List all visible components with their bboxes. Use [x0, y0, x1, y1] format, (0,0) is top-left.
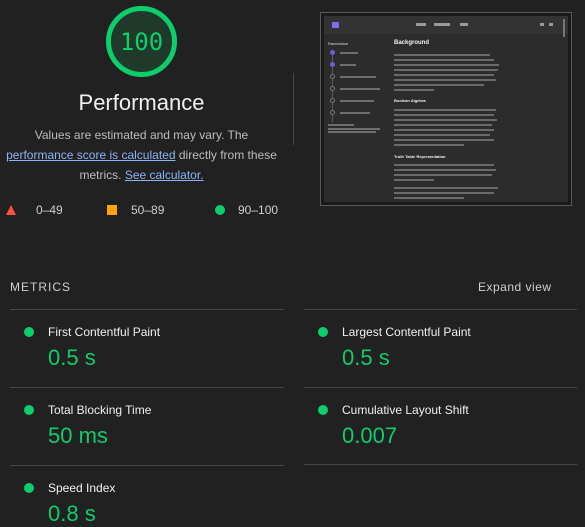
metric-divider — [10, 465, 284, 466]
screenshot-paragraph-line — [394, 169, 496, 171]
screenshot-paragraph-line — [394, 164, 494, 166]
calculator-link[interactable]: See calculator. — [125, 168, 204, 182]
legend-average: 50–89 — [107, 203, 164, 217]
metrics-heading: METRICS — [10, 280, 71, 294]
screenshot-step — [330, 98, 335, 103]
screenshot-paragraph-line — [394, 54, 490, 56]
average-square-icon — [107, 205, 117, 215]
screenshot-sidebar-note — [328, 124, 354, 126]
screenshot-sidebar-note — [328, 131, 376, 133]
pass-circle-icon — [318, 327, 328, 337]
screenshot-paragraph-line — [394, 59, 494, 61]
category-title: Performance — [78, 90, 205, 115]
screenshot-paragraph-line — [394, 139, 494, 141]
screenshot-nav-icon — [549, 23, 553, 26]
metric-value: 0.5 s — [48, 345, 96, 370]
metric-value: 0.5 s — [342, 345, 390, 370]
screenshot-step — [330, 74, 335, 79]
screenshot-step — [330, 50, 335, 55]
screenshot-paragraph-line — [394, 119, 497, 121]
screenshot-navbar — [324, 16, 568, 34]
metric-divider — [304, 464, 577, 465]
screenshot-step-label — [340, 64, 356, 66]
metric-divider — [10, 387, 284, 388]
metric-name: Largest Contentful Paint — [342, 325, 471, 339]
metric-name: Speed Index — [48, 481, 116, 495]
metric-divider — [10, 309, 284, 310]
screenshot-paragraph-line — [394, 84, 484, 86]
screenshot-step — [330, 62, 335, 67]
metric-value: 0.8 s — [48, 501, 96, 526]
metric-divider — [304, 309, 577, 310]
legend-fail-range: 0–49 — [36, 203, 63, 217]
fail-triangle-icon — [6, 205, 16, 215]
screenshot-paragraph-line — [394, 79, 496, 81]
pass-circle-icon — [24, 483, 34, 493]
pass-circle-icon — [24, 405, 34, 415]
screenshot-sidebar-note — [328, 128, 380, 130]
screenshot-step-label — [340, 112, 370, 114]
screenshot-scrollbar — [563, 19, 565, 37]
screenshot-nav-link — [434, 23, 450, 26]
screenshot-paragraph-line — [394, 179, 434, 181]
screenshot-paragraph-line — [394, 64, 499, 66]
screenshot-paragraph-line — [394, 89, 434, 91]
expand-view-button[interactable]: Expand view — [478, 280, 552, 294]
screenshot-step — [330, 86, 335, 91]
screenshot-heading-boolean: Boolean Algebra — [394, 98, 426, 103]
screenshot-paragraph-line — [394, 144, 464, 146]
metric-value: 0.007 — [342, 423, 398, 448]
screenshot-heading-truth-table: Truth Table Representation — [394, 154, 446, 159]
vertical-divider — [293, 73, 294, 145]
screenshot-paragraph-line — [394, 197, 464, 199]
screenshot-paragraph-line — [394, 187, 498, 189]
legend-pass-range: 90–100 — [238, 203, 279, 217]
screenshot-step-label — [340, 76, 376, 78]
screenshot-step-label — [340, 100, 374, 102]
metric-name: Cumulative Layout Shift — [342, 403, 469, 417]
screenshot-paragraph-line — [394, 129, 494, 131]
screenshot-paragraph-line — [394, 74, 494, 76]
screenshot-logo-icon — [332, 22, 339, 28]
screenshot-nav-link — [416, 23, 426, 26]
description-prefix: Values are estimated and may vary. The — [34, 128, 249, 142]
legend-pass: 90–100 — [215, 203, 278, 217]
screenshot-paragraph-line — [394, 114, 494, 116]
screenshot-paragraph-line — [394, 192, 494, 194]
legend-average-range: 50–89 — [131, 203, 165, 217]
metric-name: First Contentful Paint — [48, 325, 161, 339]
screenshot-nav-link — [460, 23, 468, 26]
legend-fail: 0–49 — [6, 203, 63, 217]
score-calculation-link[interactable]: performance score is calculated — [6, 148, 175, 162]
screenshot-paragraph-line — [394, 69, 498, 71]
screenshot-heading-background: Background — [394, 40, 430, 46]
metric-divider — [304, 387, 577, 388]
screenshot-step — [330, 110, 335, 115]
pass-circle-icon — [318, 405, 328, 415]
pass-circle-icon — [24, 327, 34, 337]
screenshot-paragraph-line — [394, 124, 492, 126]
screenshot-paragraph-line — [394, 174, 492, 176]
screenshot-nav-icon — [540, 23, 544, 26]
screenshot-step-label — [340, 88, 380, 90]
screenshot-step-label — [340, 52, 358, 54]
pass-circle-icon — [215, 205, 225, 215]
screenshot-page: Randomize Background Boolean Algebra Tru… — [324, 16, 568, 202]
metric-name: Total Blocking Time — [48, 403, 152, 417]
screenshot-paragraph-line — [394, 109, 496, 111]
category-description: Values are estimated and may vary. The p… — [0, 125, 283, 185]
page-screenshot-thumbnail[interactable]: Randomize Background Boolean Algebra Tru… — [320, 12, 572, 206]
screenshot-paragraph-line — [394, 134, 490, 136]
screenshot-sidebar-title: Randomize — [328, 41, 349, 46]
metric-value: 50 ms — [48, 423, 108, 448]
score-value: 100 — [119, 27, 164, 56]
